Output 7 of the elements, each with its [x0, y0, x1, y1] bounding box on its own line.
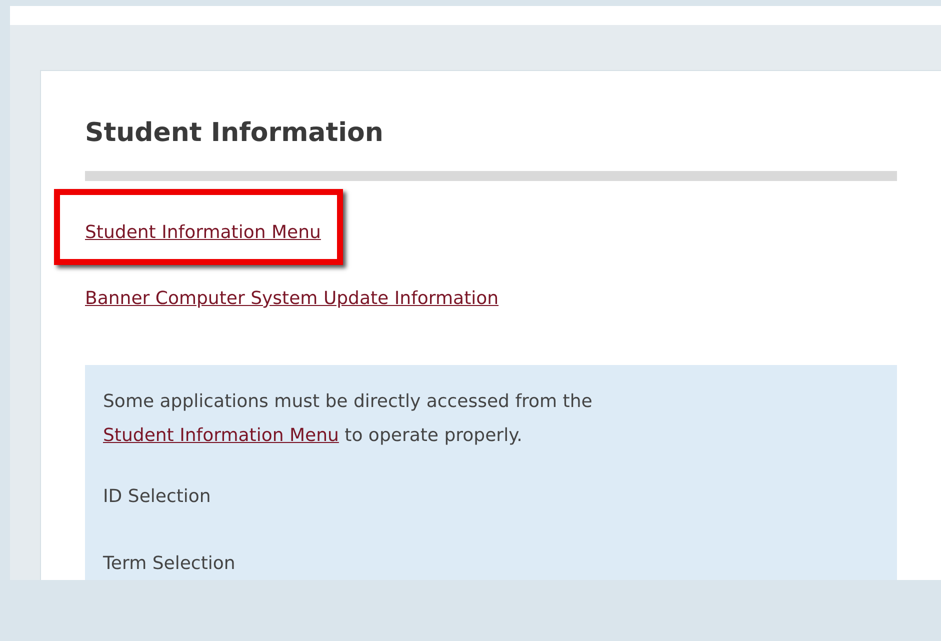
link[interactable]: Student Information Menu: [103, 425, 339, 446]
section-heading: Student Information: [85, 117, 384, 150]
note-text: Some applications must be directly accessed from the Student Information Menu to operate properly.: [103, 390, 594, 448]
item-label: Term Selection: [103, 552, 236, 576]
item-label: ID Selection: [103, 485, 212, 509]
link[interactable]: Student Information Menu: [85, 222, 321, 243]
link[interactable]: Banner Computer System Update Information: [85, 288, 499, 309]
